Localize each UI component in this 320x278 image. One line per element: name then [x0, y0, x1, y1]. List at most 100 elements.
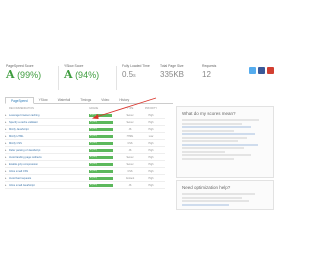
text-line [182, 122, 243, 125]
yslow-score: YSlow Score A (94%) [64, 64, 99, 80]
type-cell: JS [128, 127, 132, 131]
grade-value: A (100) [90, 127, 98, 130]
type-cell: Server [126, 113, 134, 117]
text-line [182, 150, 225, 153]
tab-waterfall[interactable]: Waterfall [53, 97, 75, 103]
text-line [182, 154, 251, 156]
table-row[interactable]: ▸ Enable gzip compression A (100) Server Hig… [5, 161, 165, 168]
table-row[interactable]: ▸ Inline small CSS A (100) CSS High [5, 168, 165, 175]
table-row[interactable]: ▸ Specify a cache validator A (100) Server H… [5, 119, 165, 126]
table-row[interactable]: ▸ Minify HTML A (100) HTML Low [5, 133, 165, 140]
header-priority: PRIORITY [144, 107, 158, 110]
type-cell: JS [128, 183, 132, 187]
recommendation-name[interactable]: Avoid landing page redirects [9, 156, 89, 159]
type-cell: CSS [127, 169, 133, 173]
text-line [182, 119, 260, 121]
recommendation-name[interactable]: Inline small CSS [9, 170, 89, 173]
fully-loaded-time: Fully Loaded Time 0.5s [122, 64, 150, 81]
table-row[interactable]: ▸ Leverage browser caching A (97) Server Hig… [5, 112, 165, 119]
text-line [182, 193, 256, 195]
grade-cell: A (100) [89, 169, 119, 174]
tab-history[interactable]: History [114, 97, 134, 103]
grade-cell: A (100) [89, 148, 119, 153]
table-row[interactable]: ▸ Minify JavaScript A (100) JS High [5, 126, 165, 133]
header-grade: GRADE [89, 107, 99, 110]
grade-cell: A (100) [89, 162, 119, 167]
grade-cell: A (100) [89, 141, 119, 146]
social-share [249, 67, 274, 74]
type-cell: CSS [127, 141, 133, 145]
recommendation-name[interactable]: Specify a cache validator [9, 121, 89, 124]
grade-value: A (100) [90, 155, 98, 158]
priority-cell: High [148, 169, 154, 173]
type-cell: Server [126, 155, 134, 159]
scores-help-title: What do my scores mean? [182, 111, 236, 116]
scores-help-panel: What do my scores mean? [176, 106, 274, 178]
pagespeed-percent: (99%) [17, 70, 42, 80]
type-cell: HTML [126, 134, 134, 138]
load-time-value: 0.5 [122, 70, 134, 79]
type-cell: Server [126, 162, 134, 166]
report-tabs: PageSpeed YSlow Waterfall Timings Video … [5, 97, 173, 104]
text-line [182, 143, 258, 146]
page-size-label: Total Page Size [160, 64, 184, 68]
tab-pagespeed[interactable]: PageSpeed [5, 97, 34, 104]
tab-video[interactable]: Video [96, 97, 114, 103]
optimization-help-title: Need optimization help? [182, 185, 231, 190]
grade-value: A (100) [90, 176, 98, 179]
grade-cell: A (100) [89, 134, 119, 139]
requests-count: Requests 12 [202, 64, 216, 80]
priority-cell: High [148, 162, 154, 166]
grade-cell: A (100) [89, 176, 119, 181]
twitter-icon[interactable] [249, 67, 256, 74]
tab-timings[interactable]: Timings [75, 97, 96, 103]
header-type: TYPE [126, 107, 134, 110]
grade-cell: A (97) [89, 113, 119, 118]
priority-cell: High [148, 113, 154, 117]
table-row[interactable]: ▸ Avoid bad requests A (100) Content High [5, 175, 165, 182]
yslow-percent: (94%) [75, 70, 100, 80]
type-cell: JS [128, 148, 132, 152]
priority-cell: High [148, 148, 154, 152]
recommendations-table: RECOMMENDATION GRADE TYPE PRIORITY ▸ Leve… [5, 106, 165, 210]
pagespeed-score: PageSpeed Score A (99%) [6, 64, 41, 80]
yslow-grade: A [64, 68, 73, 81]
tab-yslow[interactable]: YSlow [34, 97, 53, 103]
text-line [182, 136, 247, 139]
facebook-icon[interactable] [258, 67, 265, 74]
recommendation-name[interactable]: Defer parsing of JavaScript [9, 149, 89, 152]
load-time-unit: s [133, 73, 136, 79]
text-line [182, 133, 256, 135]
recommendation-name[interactable]: Inline small JavaScript [9, 184, 89, 187]
load-time-label: Fully Loaded Time [122, 64, 150, 68]
recommendation-name[interactable]: Minify HTML [9, 135, 89, 138]
table-row[interactable]: ▸ Avoid landing page redirects A (100) Serv… [5, 154, 165, 161]
priority-cell: High [148, 155, 154, 159]
grade-value: A (100) [90, 141, 98, 144]
performance-summary: PageSpeed Score A (99%) YSlow Score A (9… [4, 62, 274, 94]
grade-value: A (100) [90, 162, 98, 165]
page-size-value: 335KB [160, 70, 185, 79]
text-line [182, 129, 234, 132]
grade-cell: A (100) [89, 183, 119, 188]
priority-cell: High [148, 141, 154, 145]
grade-value: A (100) [90, 134, 98, 137]
summary-divider [116, 66, 117, 90]
recommendation-name[interactable]: Enable gzip compression [9, 163, 89, 166]
table-row[interactable]: ▸ Inline small JavaScript A (100) JS High [5, 182, 165, 189]
text-line [182, 196, 243, 199]
requests-label: Requests [202, 64, 217, 68]
report-content: PageSpeed Score A (99%) YSlow Score A (9… [4, 62, 274, 210]
grade-value: A (100) [90, 183, 98, 186]
requests-value: 12 [202, 70, 211, 79]
table-row[interactable]: ▸ Defer parsing of JavaScript A (100) JS Hig… [5, 147, 165, 154]
type-cell: Server [126, 120, 134, 124]
google-plus-icon[interactable] [267, 67, 274, 74]
grade-cell: A (100) [89, 155, 119, 160]
table-row[interactable]: ▸ Minify CSS A (100) CSS High [5, 140, 165, 147]
recommendation-name[interactable]: Minify JavaScript [9, 128, 89, 131]
recommendation-name[interactable]: Avoid bad requests [9, 177, 89, 180]
recommendation-name[interactable]: Leverage browser caching [9, 114, 89, 117]
recommendation-name[interactable]: Minify CSS [9, 142, 89, 145]
text-line [182, 200, 250, 202]
